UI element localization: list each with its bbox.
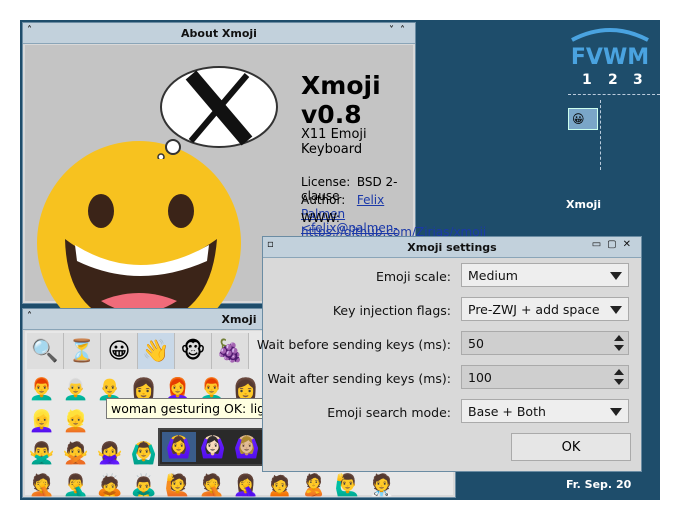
window-menu-icon[interactable]: ˄ [27, 311, 32, 322]
tab-food[interactable]: 🍇 [212, 333, 249, 369]
emoji-cell[interactable]: 🙅‍♂️ [25, 437, 59, 469]
emoji-cell[interactable]: 🙍 [263, 469, 297, 500]
app-name: Xmoji v0.8 [301, 71, 381, 129]
emoji-cell[interactable]: 🤦 [195, 469, 229, 500]
settings-titlebar[interactable]: ▫ Xmoji settings ▭▢✕ [263, 237, 641, 258]
svg-text:FVWM: FVWM [571, 45, 649, 70]
about-window-title: About Xmoji [181, 26, 257, 40]
www-label: WWW: [301, 211, 340, 225]
emoji-cell[interactable]: 🤦‍♀️ [229, 469, 263, 500]
category-tabs: 🔍 ⏳ 😀 👋 🐵 🍇 [27, 333, 249, 369]
emoji-cell[interactable]: 🙅 [59, 437, 93, 469]
key-injection-select[interactable]: Pre-ZWJ + add space [461, 297, 629, 321]
window-buttons-icon[interactable]: ▭▢✕ [592, 239, 637, 250]
emoji-cell[interactable]: 🧑‍⚕️ [365, 469, 399, 500]
variant-medium-light[interactable]: 🙆🏼‍♀️ [230, 432, 264, 462]
tab-people[interactable]: 👋 [138, 333, 175, 369]
emoji-cell[interactable]: 🙋 [161, 469, 195, 500]
search-mode-label: Emoji search mode: [327, 405, 451, 420]
emoji-cell[interactable]: 🙅‍♀️ [93, 437, 127, 469]
emoji-cell[interactable]: 👱 [59, 405, 93, 437]
dropdown-arrow-icon [610, 306, 622, 314]
tab-smileys[interactable]: 😀 [101, 333, 138, 369]
wait-before-spinbox[interactable]: 50 [461, 331, 629, 355]
emoji-cell[interactable]: 🤦 [25, 469, 59, 500]
pager[interactable] [568, 94, 660, 167]
tab-search[interactable]: 🔍 [27, 333, 64, 369]
pager-desk-3[interactable]: 3 [633, 72, 643, 88]
wait-after-value: 100 [468, 370, 492, 385]
license-label: License: [301, 175, 351, 189]
key-injection-row: Key injection flags: Pre-ZWJ + add space [265, 297, 629, 321]
emoji-cell[interactable]: 🤦‍♂️ [59, 469, 93, 500]
desktop: FVWM 1 2 3 😀 Xmoji Fr. Sep. 20 ˄ About X… [20, 20, 660, 500]
settings-content: Emoji scale: Medium Key injection flags:… [257, 259, 639, 469]
emoji-cell[interactable]: 🙆‍♂️ [127, 437, 161, 469]
x-logo-icon [157, 66, 278, 159]
pager-desk-2[interactable]: 2 [608, 72, 618, 88]
pager-desk-1[interactable]: 1 [582, 72, 592, 88]
emoji-cell[interactable]: 👨‍🦰 [25, 373, 59, 405]
dropdown-arrow-icon [610, 272, 622, 280]
emoji-cell[interactable]: 🙇‍♂️ [127, 469, 161, 500]
clock-date: Fr. Sep. 20 [566, 478, 632, 491]
variant-default[interactable]: 🙆‍♀️ [162, 432, 196, 462]
search-mode-value: Base + Both [468, 404, 546, 419]
author-label: Author: [301, 193, 346, 207]
window-menu-icon[interactable]: ▫ [267, 239, 274, 250]
dropdown-arrow-icon [610, 408, 622, 416]
emoji-cell[interactable]: 🙇 [93, 469, 127, 500]
wait-before-value: 50 [468, 336, 484, 351]
taskbar-item-xmoji[interactable]: Xmoji [566, 198, 601, 211]
window-menu-icon[interactable]: ˄ [27, 25, 32, 36]
emoji-cell[interactable]: 👨‍🦳 [59, 373, 93, 405]
picker-window-title: Xmoji [221, 312, 257, 326]
key-injection-value: Pre-ZWJ + add space [468, 302, 600, 317]
pager-divider [600, 100, 601, 170]
key-injection-label: Key injection flags: [332, 303, 451, 318]
window-buttons-icon[interactable]: ˅˄ [389, 25, 411, 36]
wait-before-row: Wait before sending keys (ms): 50 [257, 331, 629, 355]
emoji-cell[interactable]: 👱‍♀️ [25, 405, 59, 437]
spin-up-icon[interactable] [614, 335, 624, 341]
ok-button[interactable]: OK [511, 433, 631, 461]
spin-down-icon[interactable] [614, 379, 624, 385]
wait-after-spinbox[interactable]: 100 [461, 365, 629, 389]
pager-emoji-icon: 😀 [572, 112, 585, 126]
app-tagline: X11 Emoji Keyboard [301, 127, 367, 157]
emoji-scale-row: Emoji scale: Medium [265, 263, 629, 287]
emoji-cell[interactable]: 🙎 [297, 469, 331, 500]
wait-before-label: Wait before sending keys (ms): [256, 337, 451, 352]
search-mode-select[interactable]: Base + Both [461, 399, 629, 423]
search-mode-row: Emoji search mode: Base + Both [265, 399, 629, 423]
spin-down-icon[interactable] [614, 345, 624, 351]
www-row: WWW: https://github.com/Zirias/xmoji [301, 211, 486, 239]
about-titlebar[interactable]: ˄ About Xmoji ˅˄ [23, 23, 415, 44]
wait-after-label: Wait after sending keys (ms): [267, 371, 452, 386]
emoji-scale-label: Emoji scale: [375, 269, 451, 284]
emoji-scale-select[interactable]: Medium [461, 263, 629, 287]
fvwm-logo: FVWM [571, 28, 649, 70]
spin-up-icon[interactable] [614, 369, 624, 375]
emoji-cell[interactable]: 🙋‍♂️ [331, 469, 365, 500]
settings-window: ▫ Xmoji settings ▭▢✕ Emoji scale: Medium… [257, 236, 642, 472]
variant-light[interactable]: 🙆🏻‍♀️ [196, 432, 230, 462]
settings-window-title: Xmoji settings [407, 240, 497, 254]
wait-after-row: Wait after sending keys (ms): 100 [265, 365, 629, 389]
tab-animals[interactable]: 🐵 [175, 333, 212, 369]
emoji-scale-value: Medium [468, 268, 518, 283]
tab-recent[interactable]: ⏳ [64, 333, 101, 369]
